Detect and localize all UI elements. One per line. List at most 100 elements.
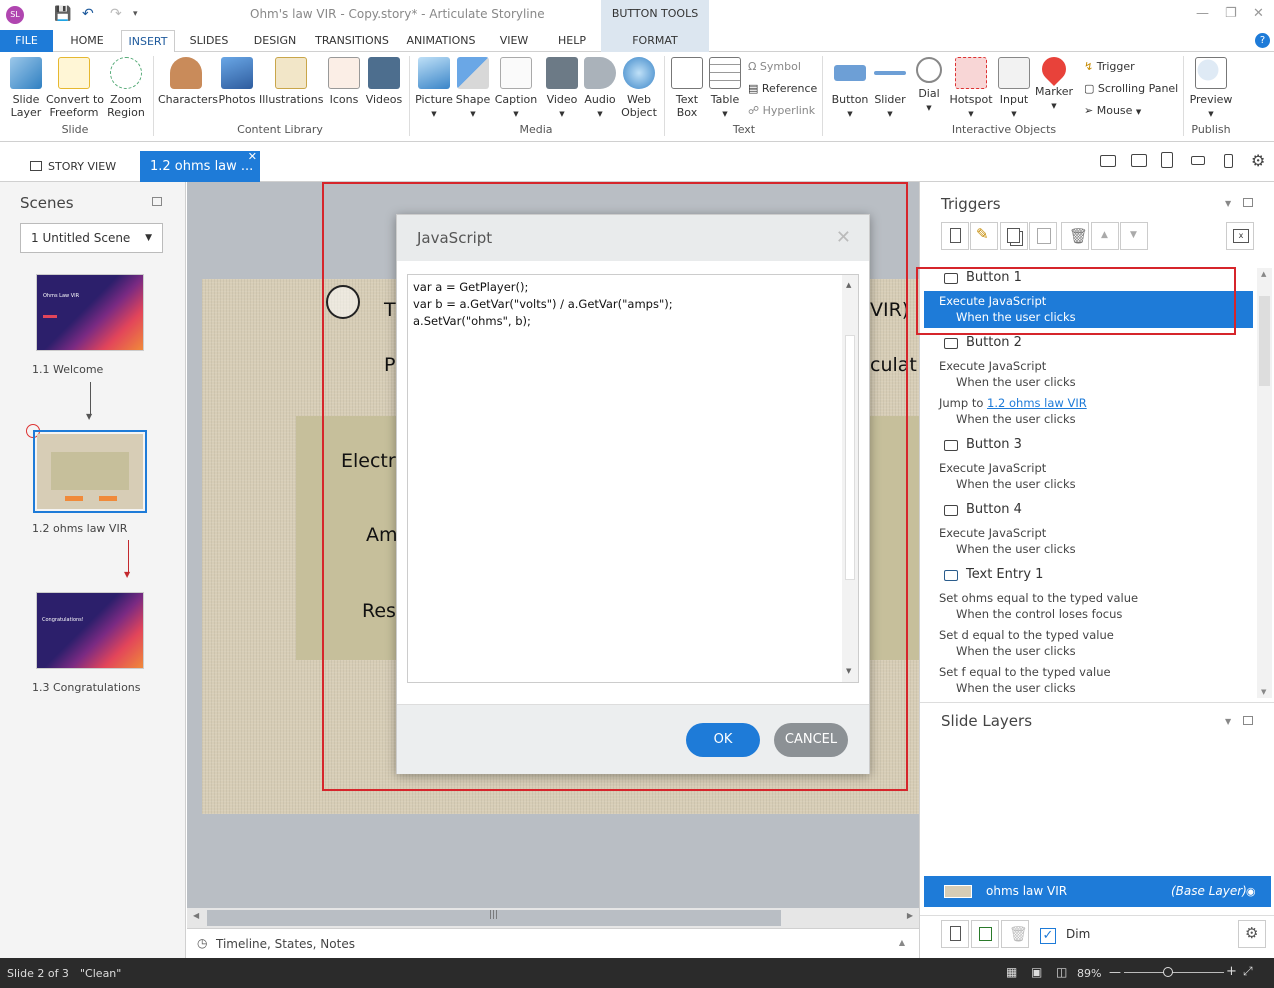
caption-button[interactable]: Caption ▼ — [494, 57, 538, 121]
hotspot-button[interactable]: Hotspot ▼ — [948, 57, 994, 121]
trigger-condition[interactable]: When the user clicks — [956, 375, 1076, 389]
slide-thumbnail-congratulations[interactable]: Congratulations! — [36, 592, 144, 669]
trigger-condition[interactable]: When the user clicks — [956, 412, 1076, 426]
text-box-button[interactable]: Text Box — [668, 57, 706, 119]
zoom-out-icon[interactable]: — — [1109, 965, 1121, 979]
zoom-in-icon[interactable]: + — [1226, 964, 1237, 979]
scrolling-panel-button[interactable]: ▢ Scrolling Panel — [1084, 82, 1178, 95]
move-up-button[interactable]: ▲ — [1091, 222, 1119, 250]
minimize-icon[interactable]: — — [1196, 6, 1209, 21]
icons-button[interactable]: Icons — [326, 57, 362, 106]
triggers-scrollbar[interactable]: ▲ ▼ — [1257, 268, 1272, 698]
normal-view-icon[interactable]: ▦ — [1006, 965, 1017, 979]
panel-float-icon[interactable] — [1243, 716, 1253, 725]
edit-trigger-button[interactable]: ✎ — [970, 222, 998, 250]
tab-slides[interactable]: SLIDES — [184, 30, 234, 52]
table-button[interactable]: Table ▼ — [706, 57, 744, 121]
trigger-object-button-3[interactable]: Button 3 — [966, 437, 1022, 452]
slider-button[interactable]: Slider ▼ — [870, 57, 910, 121]
trigger-condition[interactable]: When the control loses focus — [956, 607, 1122, 621]
dial-button[interactable]: Dial ▼ — [910, 57, 948, 115]
story-view-tab[interactable]: STORY VIEW — [20, 151, 132, 182]
trigger-condition[interactable]: When the user clicks — [956, 681, 1076, 695]
delete-layer-button[interactable]: 🗑 — [1001, 920, 1029, 948]
trigger-condition[interactable]: When the user clicks — [956, 542, 1076, 556]
photos-button[interactable]: Photos — [216, 57, 258, 106]
chevron-up-icon[interactable]: ▲ — [899, 938, 905, 947]
duplicate-layer-button[interactable] — [971, 920, 999, 948]
scroll-up-icon[interactable]: ▲ — [1261, 270, 1266, 278]
save-icon[interactable]: 💾 — [54, 6, 71, 22]
delete-trigger-button[interactable]: 🗑 — [1061, 222, 1089, 250]
trigger-action[interactable]: Set d equal to the typed value — [939, 628, 1114, 642]
new-layer-button[interactable] — [941, 920, 969, 948]
illustrations-button[interactable]: Illustrations — [259, 57, 323, 106]
trigger-condition[interactable]: When the user clicks — [956, 477, 1076, 491]
tab-format[interactable]: FORMAT — [601, 30, 709, 52]
chevron-down-icon[interactable]: ▼ — [1225, 199, 1231, 208]
scroll-right-icon[interactable]: ▶ — [907, 911, 913, 920]
trigger-action[interactable]: Execute JavaScript — [939, 359, 1046, 373]
trigger-action[interactable]: Execute JavaScript — [939, 461, 1046, 475]
videos-button[interactable]: Videos — [364, 57, 404, 106]
slide-thumbnail-ohms-law[interactable] — [33, 430, 147, 513]
eye-icon[interactable]: ◉ — [1246, 876, 1256, 907]
fit-view-icon[interactable]: ◫ — [1056, 965, 1067, 979]
tab-home[interactable]: HOME — [62, 30, 112, 52]
picture-button[interactable]: Picture ▼ — [414, 57, 454, 121]
trigger-action[interactable]: Set f equal to the typed value — [939, 665, 1111, 679]
zoom-region-button[interactable]: Zoom Region — [104, 57, 148, 119]
tab-animations[interactable]: ANIMATIONS — [402, 30, 480, 52]
slide-tab[interactable]: 1.2 ohms law ... ✕ — [140, 150, 260, 182]
tab-help[interactable]: HELP — [551, 30, 593, 52]
button-insert-button[interactable]: Button ▼ — [828, 57, 872, 121]
manage-variables-button[interactable]: x — [1226, 222, 1254, 250]
phone-landscape-icon[interactable] — [1191, 156, 1205, 165]
zoom-slider-thumb[interactable] — [1163, 967, 1173, 977]
canvas-horizontal-scrollbar[interactable]: ◀ ||| ▶ — [187, 908, 919, 928]
video-button[interactable]: Video ▼ — [543, 57, 581, 121]
redo-icon[interactable]: ↷ — [110, 6, 122, 22]
close-icon[interactable]: ✕ — [1253, 6, 1264, 21]
audio-button[interactable]: Audio ▼ — [582, 57, 618, 121]
tab-file[interactable]: FILE — [0, 30, 53, 52]
panel-float-icon[interactable] — [1243, 198, 1253, 207]
trigger-object-button-4[interactable]: Button 4 — [966, 502, 1022, 517]
slide-layer-button[interactable]: Slide Layer — [4, 57, 48, 119]
dim-checkbox[interactable]: ✓ — [1040, 928, 1056, 944]
marker-button[interactable]: Marker ▼ — [1034, 52, 1074, 113]
scrollbar-thumb[interactable]: ||| — [207, 910, 781, 926]
web-object-button[interactable]: Web Object — [619, 57, 659, 119]
restore-icon[interactable]: ❐ — [1225, 6, 1237, 21]
slide-thumbnail-welcome[interactable]: Ohms Law VIR — [36, 274, 144, 351]
scroll-down-icon[interactable]: ▼ — [1261, 688, 1266, 696]
tab-transitions[interactable]: TRANSITIONS — [313, 30, 391, 52]
tablet-portrait-icon[interactable] — [1161, 152, 1173, 168]
slide-view-icon[interactable]: ▣ — [1031, 965, 1042, 979]
tablet-landscape-icon[interactable] — [1131, 154, 1147, 167]
panel-float-icon[interactable] — [152, 197, 162, 206]
help-icon[interactable]: ? — [1255, 33, 1270, 48]
trigger-action-jump[interactable]: Jump to 1.2 ohms law VIR — [939, 396, 1087, 410]
scroll-left-icon[interactable]: ◀ — [193, 911, 199, 920]
paste-trigger-button[interactable] — [1029, 222, 1057, 250]
scene-dropdown[interactable]: 1 Untitled Scene ▼ — [20, 223, 163, 253]
undo-icon[interactable]: ↶ — [82, 6, 94, 22]
tab-design[interactable]: DESIGN — [248, 30, 302, 52]
close-tab-icon[interactable]: ✕ — [248, 141, 257, 172]
trigger-condition[interactable]: When the user clicks — [956, 644, 1076, 658]
characters-button[interactable]: Characters — [158, 57, 218, 106]
slide-link[interactable]: 1.2 ohms law VIR — [987, 396, 1087, 410]
layer-settings-button[interactable]: ⚙ — [1238, 920, 1266, 948]
base-layer-row[interactable]: ohms law VIR (Base Layer) ◉ — [924, 876, 1271, 907]
move-down-button[interactable]: ▼ — [1120, 222, 1148, 250]
gear-icon[interactable]: ⚙ — [1251, 151, 1265, 170]
hyperlink-button[interactable]: ☍ Hyperlink — [748, 104, 815, 117]
trigger-action[interactable]: Execute JavaScript — [939, 526, 1046, 540]
desktop-preview-icon[interactable] — [1100, 155, 1116, 167]
tab-view[interactable]: VIEW — [493, 30, 535, 52]
phone-portrait-icon[interactable] — [1224, 154, 1233, 168]
preview-button[interactable]: Preview ▼ — [1188, 57, 1234, 121]
copy-trigger-button[interactable] — [1000, 222, 1028, 250]
timeline-bar[interactable]: ◷ Timeline, States, Notes ▲ — [187, 928, 919, 958]
